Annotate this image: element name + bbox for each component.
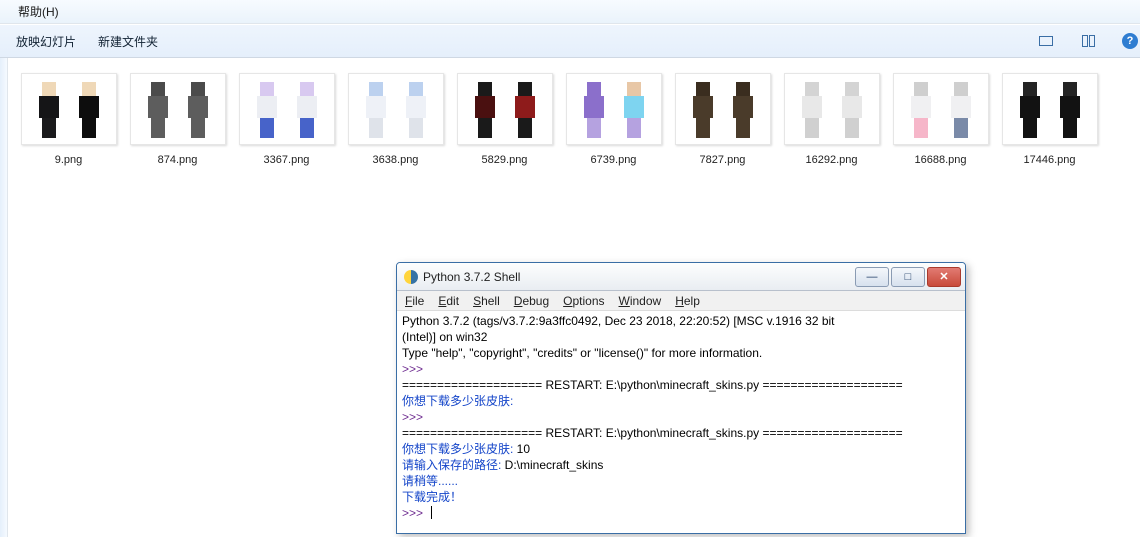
shell-menu-options[interactable]: Options xyxy=(563,294,604,308)
file-thumb-4[interactable]: 5829.png xyxy=(453,68,556,166)
help-button[interactable]: ? xyxy=(1120,31,1140,51)
file-name: 17446.png xyxy=(1024,154,1076,166)
python-icon xyxy=(403,269,419,285)
file-name: 6739.png xyxy=(591,154,637,166)
view-mode-button[interactable] xyxy=(1036,31,1056,51)
cursor xyxy=(431,506,432,519)
help-icon: ? xyxy=(1122,33,1138,49)
file-thumb-9[interactable]: 17446.png xyxy=(998,68,1101,166)
shell-menu-shell[interactable]: Shell xyxy=(473,294,500,308)
shell-menu-window[interactable]: Window xyxy=(619,294,662,308)
file-thumb-5[interactable]: 6739.png xyxy=(562,68,665,166)
minimize-button[interactable]: — xyxy=(855,267,889,287)
file-thumb-2[interactable]: 3367.png xyxy=(235,68,338,166)
file-name: 3367.png xyxy=(264,154,310,166)
python-shell-window[interactable]: Python 3.7.2 Shell — □ ✕ File Edit Shell De… xyxy=(396,262,966,534)
window-title: Python 3.7.2 Shell xyxy=(423,270,520,284)
file-thumb-3[interactable]: 3638.png xyxy=(344,68,447,166)
titlebar[interactable]: Python 3.7.2 Shell — □ ✕ xyxy=(397,263,965,291)
maximize-button[interactable]: □ xyxy=(891,267,925,287)
file-thumb-1[interactable]: 874.png xyxy=(126,68,229,166)
menu-help[interactable]: 帮助(H) xyxy=(16,5,61,19)
shell-menubar: File Edit Shell Debug Options Window Help xyxy=(397,291,965,311)
shell-menu-help[interactable]: Help xyxy=(675,294,700,308)
file-thumb-0[interactable]: 9.png xyxy=(17,68,120,166)
file-name: 874.png xyxy=(158,154,198,166)
file-name: 7827.png xyxy=(700,154,746,166)
shell-menu-file[interactable]: File xyxy=(405,294,424,308)
pane-icon xyxy=(1082,35,1095,47)
left-gutter xyxy=(0,58,8,537)
file-name: 16292.png xyxy=(806,154,858,166)
shell-console[interactable]: Python 3.7.2 (tags/v3.7.2:9a3ffc0492, De… xyxy=(397,311,965,533)
file-thumb-7[interactable]: 16292.png xyxy=(780,68,883,166)
menu-bar: 帮助(H) xyxy=(0,0,1140,24)
file-thumb-6[interactable]: 7827.png xyxy=(671,68,774,166)
preview-pane-button[interactable] xyxy=(1078,31,1098,51)
explorer-toolbar: 放映幻灯片 新建文件夹 ? xyxy=(0,24,1140,58)
file-name: 16688.png xyxy=(915,154,967,166)
toolbar-newfolder[interactable]: 新建文件夹 xyxy=(98,33,158,50)
view-icon xyxy=(1039,36,1053,46)
file-name: 5829.png xyxy=(482,154,528,166)
thumbnail-grid: 9.png 874.png 3367.png 3638.png 5829.png 6739… xyxy=(17,68,1130,166)
file-name: 3638.png xyxy=(373,154,419,166)
close-button[interactable]: ✕ xyxy=(927,267,961,287)
shell-menu-debug[interactable]: Debug xyxy=(514,294,549,308)
file-thumb-8[interactable]: 16688.png xyxy=(889,68,992,166)
shell-menu-edit[interactable]: Edit xyxy=(438,294,459,308)
file-name: 9.png xyxy=(55,154,83,166)
toolbar-slideshow[interactable]: 放映幻灯片 xyxy=(16,33,76,50)
